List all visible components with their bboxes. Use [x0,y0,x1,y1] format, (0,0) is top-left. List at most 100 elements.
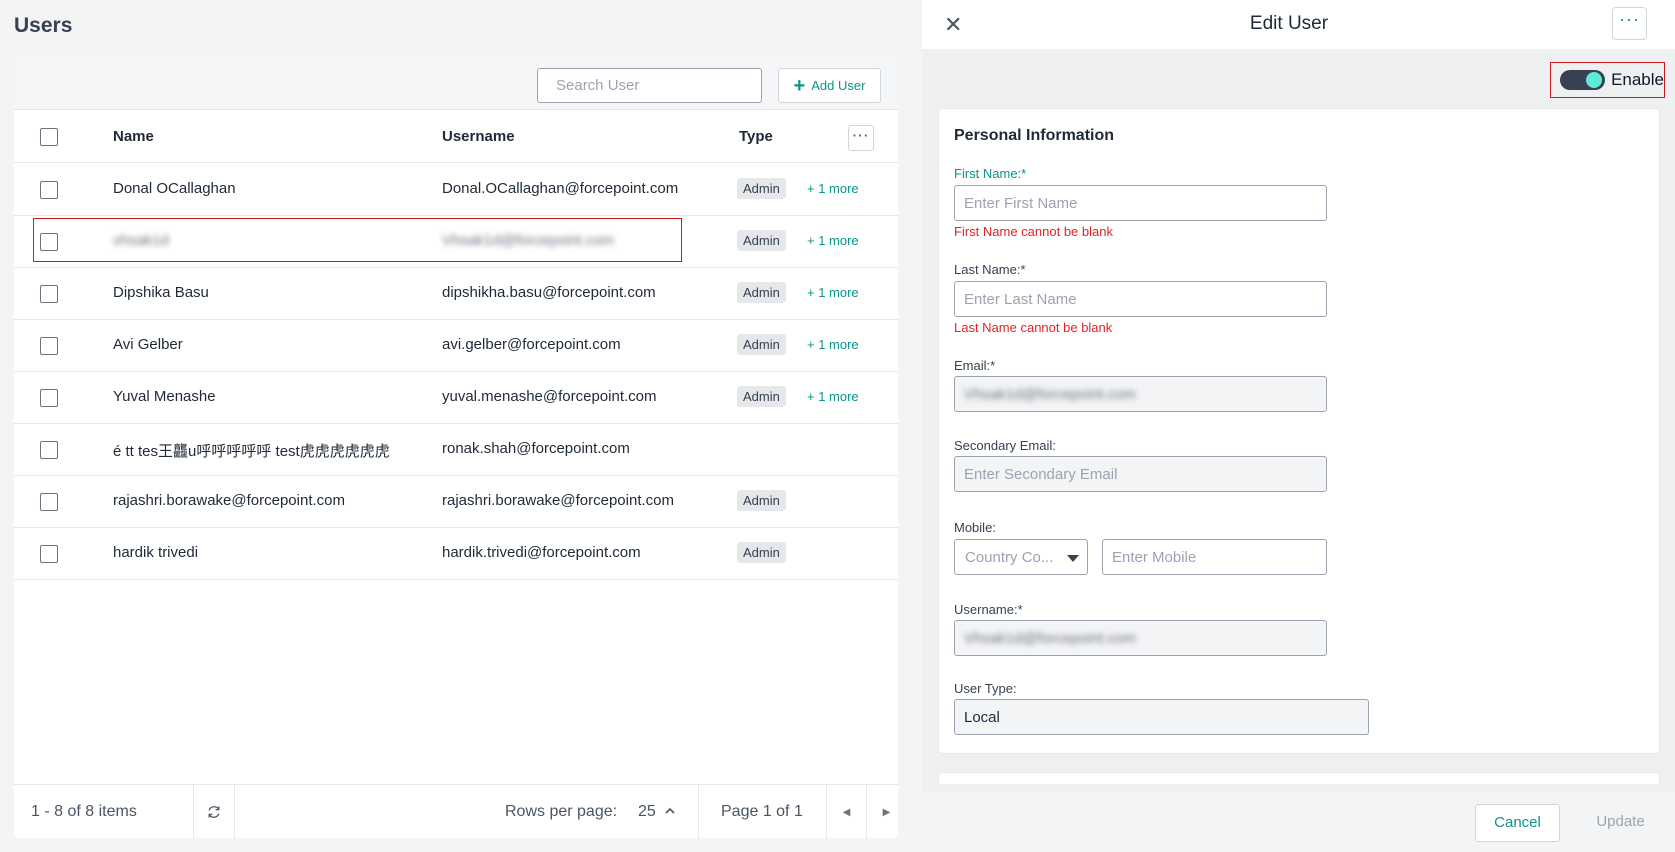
add-user-label: Add User [811,78,866,93]
first-name-label: First Name:* [954,166,1027,181]
user-username: Donal.OCallaghan@forcepoint.com [442,180,679,197]
more-options-icon[interactable]: ··· [1612,7,1647,40]
column-header-name[interactable]: Name [113,128,154,145]
caret-down-icon [1067,555,1079,562]
update-button[interactable]: Update [1578,804,1663,842]
users-pane: Users + Add User Name Username Type ··· … [0,0,922,852]
rows-per-page-value: 25 [638,803,656,820]
email-value: Vhsak1d@forcepoint.com [964,386,1136,403]
type-badge: Admin [737,386,786,407]
more-roles-link[interactable]: + 1 more [807,337,859,352]
username-value: Vhsak1d@forcepoint.com [964,630,1136,647]
secondary-email-input[interactable] [954,456,1327,492]
type-badge: Admin [737,490,786,511]
column-header-username[interactable]: Username [442,128,515,145]
mobile-label: Mobile: [954,520,996,535]
type-badge: Admin [737,178,786,199]
table-row[interactable]: rajashri.borawake@forcepoint.com rajashr… [14,476,898,528]
drawer-title: Edit User [1249,13,1329,34]
country-code-select[interactable]: Country Co... [954,539,1088,575]
email-field: Vhsak1d@forcepoint.com [954,376,1327,412]
last-name-error: Last Name cannot be blank [954,320,1113,335]
row-checkbox[interactable] [40,389,58,407]
user-type-label: User Type: [954,681,1017,696]
row-checkbox[interactable] [40,181,58,199]
users-toolbar: + Add User [14,58,898,110]
user-username: rajashri.borawake@forcepoint.com [442,492,674,509]
table-row[interactable]: Donal OCallaghan Donal.OCallaghan@forcep… [14,164,898,216]
table-row[interactable]: Dipshika Basu dipshikha.basu@forcepoint.… [14,268,898,320]
more-roles-link[interactable]: + 1 more [807,181,859,196]
user-name: Yuval Menashe [113,388,216,405]
section-title: Personal Information [954,127,1115,144]
country-code-placeholder: Country Co... [965,549,1054,566]
chevron-right-icon: ▶ [882,806,891,818]
table-row[interactable]: Yuval Menashe yuval.menashe@forcepoint.c… [14,372,898,424]
row-checkbox[interactable] [40,285,58,303]
chevron-left-icon: ◀ [842,806,851,818]
table-row[interactable]: hardik trivedi hardik.trivedi@forcepoint… [14,528,898,580]
row-checkbox[interactable] [40,493,58,511]
email-label: Email:* [954,358,996,373]
user-username: ronak.shah@forcepoint.com [442,440,630,457]
table-row[interactable]: é tt tes王龘u呼呼呼呼呼 test虎虎虎虎虎虎 ronak.shah@f… [14,424,898,476]
chevron-up-icon [665,807,675,814]
type-badge: Admin [737,282,786,303]
column-header-type[interactable]: Type [739,128,773,145]
user-name: Dipshika Basu [113,284,209,301]
user-username: dipshikha.basu@forcepoint.com [442,284,656,301]
edit-user-drawer: ✕ Edit User ··· Enable Personal Informat… [922,0,1675,852]
user-type-value: Local [964,709,1000,726]
refresh-icon [208,806,220,818]
prev-page-button[interactable]: ◀ [826,785,866,839]
add-user-button[interactable]: + Add User [778,68,881,103]
type-badge: Admin [737,542,786,563]
cancel-button[interactable]: Cancel [1475,804,1560,842]
enable-label: Enable [1611,70,1664,89]
items-count: 1 - 8 of 8 items [31,803,137,820]
select-all-checkbox[interactable] [40,128,58,146]
rows-per-page-label: Rows per page: [505,803,618,820]
drawer-header: ✕ Edit User ··· [922,0,1675,49]
table-header: Name Username Type ··· [14,110,898,163]
user-name: é tt tes王龘u呼呼呼呼呼 test虎虎虎虎虎虎 [113,443,390,460]
username-label: Username:* [954,602,1023,617]
more-roles-link[interactable]: + 1 more [807,285,859,300]
personal-info-panel: Personal Information First Name:* First … [938,108,1660,754]
row-checkbox[interactable] [40,545,58,563]
last-name-input[interactable] [954,281,1327,317]
drawer-footer: Cancel Update [922,792,1675,852]
column-menu-icon[interactable]: ··· [848,125,874,151]
page-indicator: Page 1 of 1 [698,785,826,839]
toggle-knob [1586,72,1603,88]
first-name-input[interactable] [954,185,1327,221]
type-badge: Admin [737,334,786,355]
user-name: Avi Gelber [113,336,183,353]
user-name: Donal OCallaghan [113,180,236,197]
enable-toggle-group: Enable [1550,62,1665,98]
more-roles-link[interactable]: + 1 more [807,389,859,404]
search-input[interactable] [546,77,755,94]
secondary-email-label: Secondary Email: [954,438,1056,453]
username-field: Vhsak1d@forcepoint.com [954,620,1327,656]
row-highlight-box [33,218,682,262]
user-type-field: Local [954,699,1369,735]
search-box[interactable] [537,68,762,103]
next-section-panel [938,772,1660,784]
table-footer: 1 - 8 of 8 items Rows per page: 25 Page … [14,784,898,839]
type-badge: Admin [737,230,786,251]
row-checkbox[interactable] [40,441,58,459]
table-row[interactable]: Avi Gelber avi.gelber@forcepoint.com Adm… [14,320,898,372]
next-page-button[interactable]: ▶ [866,785,906,839]
user-name: rajashri.borawake@forcepoint.com [113,492,345,509]
row-checkbox[interactable] [40,337,58,355]
mobile-input[interactable] [1102,539,1327,575]
user-username: yuval.menashe@forcepoint.com [442,388,657,405]
plus-icon: + [793,74,806,97]
last-name-label: Last Name:* [954,262,1026,277]
rows-per-page-select[interactable]: 25 [638,803,676,821]
enable-toggle[interactable] [1560,70,1606,90]
refresh-button[interactable] [193,785,235,839]
more-roles-link[interactable]: + 1 more [807,233,859,248]
user-username: avi.gelber@forcepoint.com [442,336,621,353]
